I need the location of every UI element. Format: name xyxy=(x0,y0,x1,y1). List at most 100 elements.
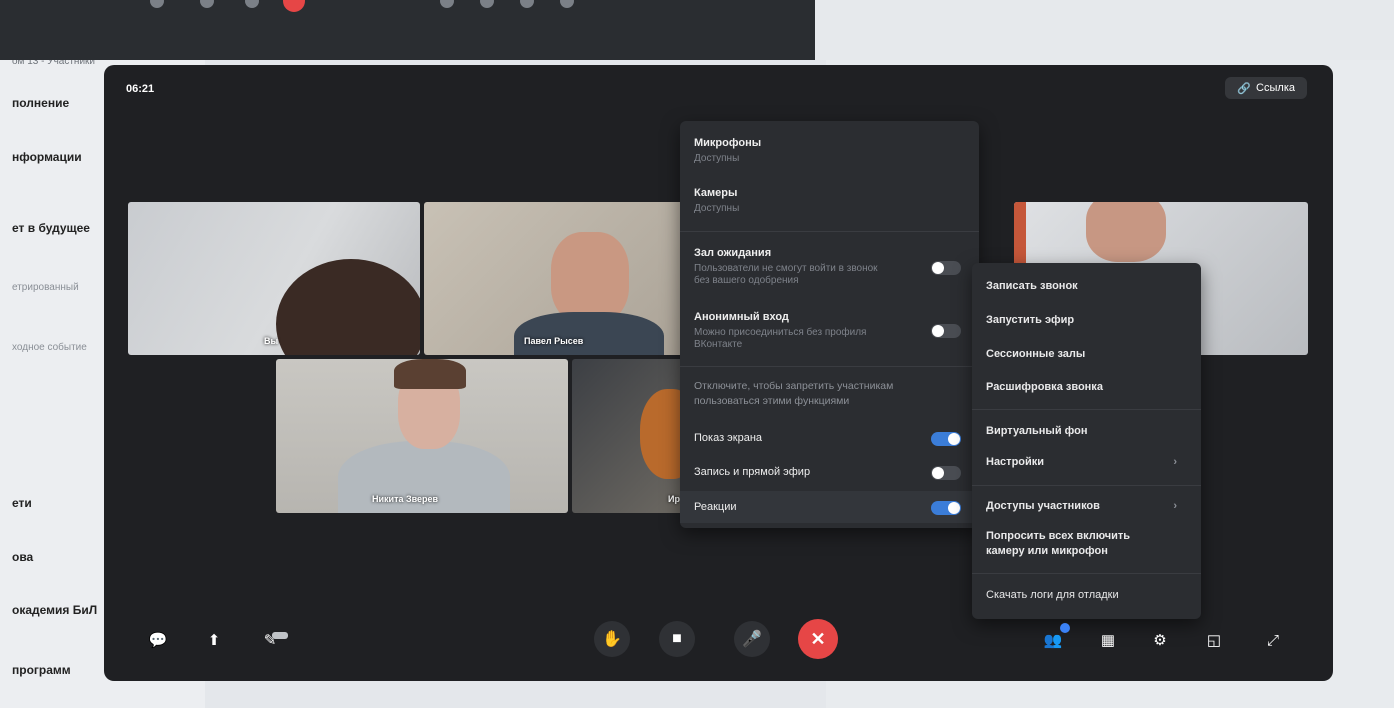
toolbar-icon[interactable] xyxy=(520,0,534,8)
share-screen-button[interactable]: ⬆ xyxy=(200,626,228,654)
chevron-right-icon: › xyxy=(1173,456,1177,468)
toggle-knob xyxy=(932,467,944,479)
record-icon[interactable] xyxy=(283,0,305,12)
raise-hand-button[interactable]: ✋ xyxy=(594,621,630,657)
recording-toggle[interactable] xyxy=(931,466,961,480)
microphone-icon: 🎤 xyxy=(742,631,762,648)
start-stream-item[interactable]: Запустить эфир xyxy=(986,313,1191,328)
end-call-button[interactable]: ✕ xyxy=(798,619,838,659)
microphone-button[interactable]: 🎤 xyxy=(734,621,770,657)
call-timer: 06:21 xyxy=(126,83,155,95)
toolbar-icon[interactable] xyxy=(440,0,454,8)
pip-icon: ◱ xyxy=(1206,632,1222,649)
participant-video xyxy=(514,312,664,355)
waiting-room-title: Зал ожидания xyxy=(694,247,772,259)
video-tile[interactable]: Никита Зверев xyxy=(276,359,568,513)
participant-name: Ир xyxy=(668,494,680,504)
toggle-knob xyxy=(932,325,944,337)
ask-enable-camera-item[interactable]: Попросить всех включить камеру или микро… xyxy=(986,529,1166,559)
background-toolbar xyxy=(0,0,815,60)
camera-button[interactable]: ■ xyxy=(659,621,695,657)
call-window: 06:21 🔗 Ссылка Вы Павел Рысев Никита Зве… xyxy=(104,65,1333,681)
toolbar-icon[interactable] xyxy=(480,0,494,8)
participants-icon: 👥 xyxy=(1043,632,1063,649)
sidebar-item[interactable]: нформации xyxy=(12,150,82,164)
participant-video xyxy=(1086,202,1166,262)
settings-item-label: Настройки xyxy=(986,456,1045,468)
menu-divider xyxy=(972,485,1201,486)
participant-name: Никита Зверев xyxy=(372,494,439,504)
record-call-item[interactable]: Записать звонок xyxy=(986,279,1191,294)
share-screen-icon: ⬆ xyxy=(207,632,221,649)
cameras-status: Доступны xyxy=(694,203,740,214)
participant-name: Вы xyxy=(264,336,279,346)
video-tile-self[interactable]: Вы xyxy=(128,202,420,355)
more-actions-menu: Записать звонок Запустить эфир Сессионны… xyxy=(972,263,1201,619)
sidebar-subtext: ходное событие xyxy=(12,342,87,353)
layout-icon: ▦ xyxy=(1100,632,1116,649)
chat-icon: 💬 xyxy=(148,632,168,649)
menu-divider xyxy=(972,573,1201,574)
participant-video xyxy=(394,359,466,389)
copy-link-button[interactable]: 🔗 Ссылка xyxy=(1225,77,1307,99)
link-icon: 🔗 xyxy=(1237,82,1252,95)
participant-access-label: Доступы участников xyxy=(986,500,1100,512)
waiting-room-toggle[interactable] xyxy=(931,261,961,275)
sidebar-item[interactable]: ет в будущее xyxy=(12,221,90,235)
microphones-title[interactable]: Микрофоны xyxy=(694,137,761,149)
sidebar-item[interactable]: программ xyxy=(12,663,71,677)
cameras-title[interactable]: Камеры xyxy=(694,187,737,199)
breakout-rooms-item[interactable]: Сессионные залы xyxy=(986,347,1191,362)
toolbar-icon[interactable] xyxy=(560,0,574,8)
reactions-toggle[interactable] xyxy=(931,501,961,515)
participant-video xyxy=(1014,202,1026,272)
waiting-room-desc: Пользователи не смогут войти в звонок бе… xyxy=(694,263,878,286)
reactions-title: Реакции xyxy=(694,501,737,513)
sidebar-item[interactable]: полнение xyxy=(12,96,69,110)
screen-share-title: Показ экрана xyxy=(694,432,763,444)
virtual-background-item[interactable]: Виртуальный фон xyxy=(986,424,1191,439)
menu-divider xyxy=(972,409,1201,410)
participant-access-item[interactable]: Доступы участников › xyxy=(986,499,1191,514)
settings-icon: ⚙ xyxy=(1153,632,1167,649)
chevron-right-icon: › xyxy=(1173,500,1177,512)
menu-divider xyxy=(680,366,979,367)
layout-button[interactable]: ▦ xyxy=(1094,626,1122,654)
anonymous-desc: Можно присоединиться без профиля ВКонтак… xyxy=(694,327,867,350)
sidebar-item[interactable]: ети xyxy=(12,496,32,510)
toggle-knob xyxy=(948,502,960,514)
transcription-item[interactable]: Расшифровка звонка xyxy=(986,380,1191,395)
screen-share-toggle[interactable] xyxy=(931,432,961,446)
participant-video xyxy=(551,232,629,324)
permissions-hint: Отключите, чтобы запретить участникам по… xyxy=(694,380,894,407)
sidebar-item[interactable]: окадемия БиЛ xyxy=(12,603,97,617)
toolbar-icon[interactable] xyxy=(245,0,259,8)
participant-name: Павел Рысев xyxy=(524,336,584,346)
copy-link-label: Ссылка xyxy=(1256,82,1295,94)
raise-hand-icon: ✋ xyxy=(602,631,622,648)
anonymous-title: Анонимный вход xyxy=(694,311,789,323)
microphones-status: Доступны xyxy=(694,153,740,164)
permissions-menu: Микрофоны Доступны Камеры Доступны Зал о… xyxy=(680,121,979,528)
chat-button[interactable]: 💬 xyxy=(144,626,172,654)
participant-video xyxy=(276,259,420,355)
settings-item[interactable]: Настройки › xyxy=(986,455,1191,470)
participants-button[interactable]: 👥 xyxy=(1039,623,1070,654)
fullscreen-icon: ⤢ xyxy=(1266,631,1279,649)
toggle-knob xyxy=(948,433,960,445)
menu-divider xyxy=(680,231,979,232)
recording-title: Запись и прямой эфир xyxy=(694,466,811,478)
download-logs-item[interactable]: Скачать логи для отладки xyxy=(986,588,1191,603)
draw-button[interactable]: ✎ xyxy=(262,626,290,654)
anonymous-toggle[interactable] xyxy=(931,324,961,338)
toolbar-icon[interactable] xyxy=(150,0,164,8)
sidebar-item[interactable]: ова xyxy=(12,550,33,564)
camera-icon: ■ xyxy=(672,630,682,647)
settings-button[interactable]: ⚙ xyxy=(1146,626,1174,654)
video-tile[interactable]: Ир xyxy=(572,359,692,513)
toolbar-icon[interactable] xyxy=(200,0,214,8)
video-tile[interactable]: Павел Рысев xyxy=(424,202,716,355)
fullscreen-button[interactable]: ⤢ xyxy=(1259,626,1287,654)
toggle-knob xyxy=(932,262,944,274)
pip-button[interactable]: ◱ xyxy=(1200,626,1228,654)
